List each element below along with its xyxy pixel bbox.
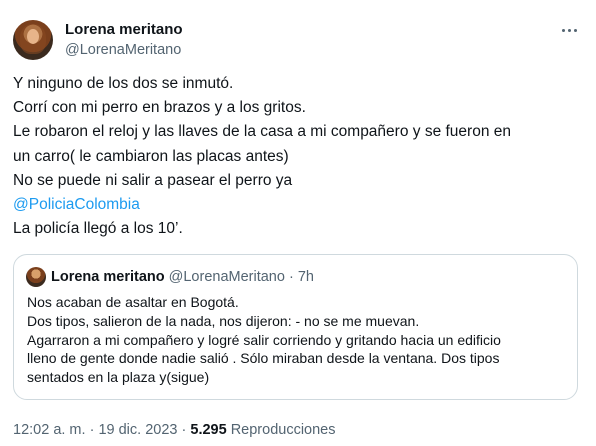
author-display-name[interactable]: Lorena meritano bbox=[65, 21, 183, 39]
tweet-line: un carro( le cambiaron las placas antes) bbox=[13, 147, 289, 165]
quoted-author-avatar bbox=[26, 267, 46, 287]
quoted-line: Dos tipos, salieron de la nada, nos dije… bbox=[27, 312, 420, 329]
quoted-line: lleno de gente donde nadie salió . Sólo … bbox=[27, 350, 500, 367]
avatar-face bbox=[27, 29, 39, 44]
tweet-line: Le robaron el reloj y las llaves de la c… bbox=[13, 123, 511, 141]
quoted-tweet-text: Nos acaban de asaltar en Bogotá. Dos tip… bbox=[27, 293, 567, 387]
tweet-line: No se puede ni salir a pasear el perro y… bbox=[13, 171, 293, 189]
quoted-tweet[interactable]: Lorena meritano @LorenaMeritano · 7h Nos… bbox=[13, 254, 578, 400]
mention-link[interactable]: @PoliciaColombia bbox=[13, 193, 588, 217]
more-horizontal-icon[interactable] bbox=[556, 19, 582, 41]
tweet-time[interactable]: 12:02 a. m. bbox=[13, 422, 86, 438]
quoted-line: Agarraron a mi compañero y logré salir c… bbox=[27, 331, 501, 348]
tweet-date[interactable]: 19 dic. 2023 bbox=[98, 422, 177, 438]
quoted-line: sentados en la plaza y(sigue) bbox=[27, 369, 210, 386]
tweet-footer: 12:02 a. m. · 19 dic. 2023 · 5.295 Repro… bbox=[13, 421, 336, 439]
author-handle[interactable]: @LorenaMeritano bbox=[65, 41, 181, 59]
views-label: Reproducciones bbox=[230, 422, 336, 438]
author-avatar[interactable] bbox=[13, 20, 53, 60]
tweet-line: La policía llegó a los 10’. bbox=[13, 220, 183, 238]
footer-separator: · bbox=[181, 422, 187, 438]
tweet-line: Y ninguno de los dos se inmutó. bbox=[13, 75, 234, 92]
tweet-line: Corrí con mi perro en brazos y a los gri… bbox=[13, 99, 306, 117]
footer-separator: · bbox=[89, 422, 95, 438]
quoted-author-name: Lorena meritano bbox=[51, 269, 165, 285]
quoted-tweet-header: Lorena meritano @LorenaMeritano · 7h bbox=[51, 268, 314, 286]
more-dot bbox=[567, 28, 571, 32]
more-dot bbox=[573, 28, 577, 32]
views-count: 5.295 bbox=[190, 422, 227, 438]
quoted-time: 7h bbox=[297, 269, 314, 285]
more-dot bbox=[561, 28, 565, 32]
quoted-separator: · bbox=[288, 269, 294, 285]
quoted-line: Nos acaban de asaltar en Bogotá. bbox=[27, 294, 239, 310]
tweet-text: Y ninguno de los dos se inmutó. Corrí co… bbox=[13, 72, 588, 241]
quoted-author-handle: @LorenaMeritano bbox=[168, 269, 285, 285]
